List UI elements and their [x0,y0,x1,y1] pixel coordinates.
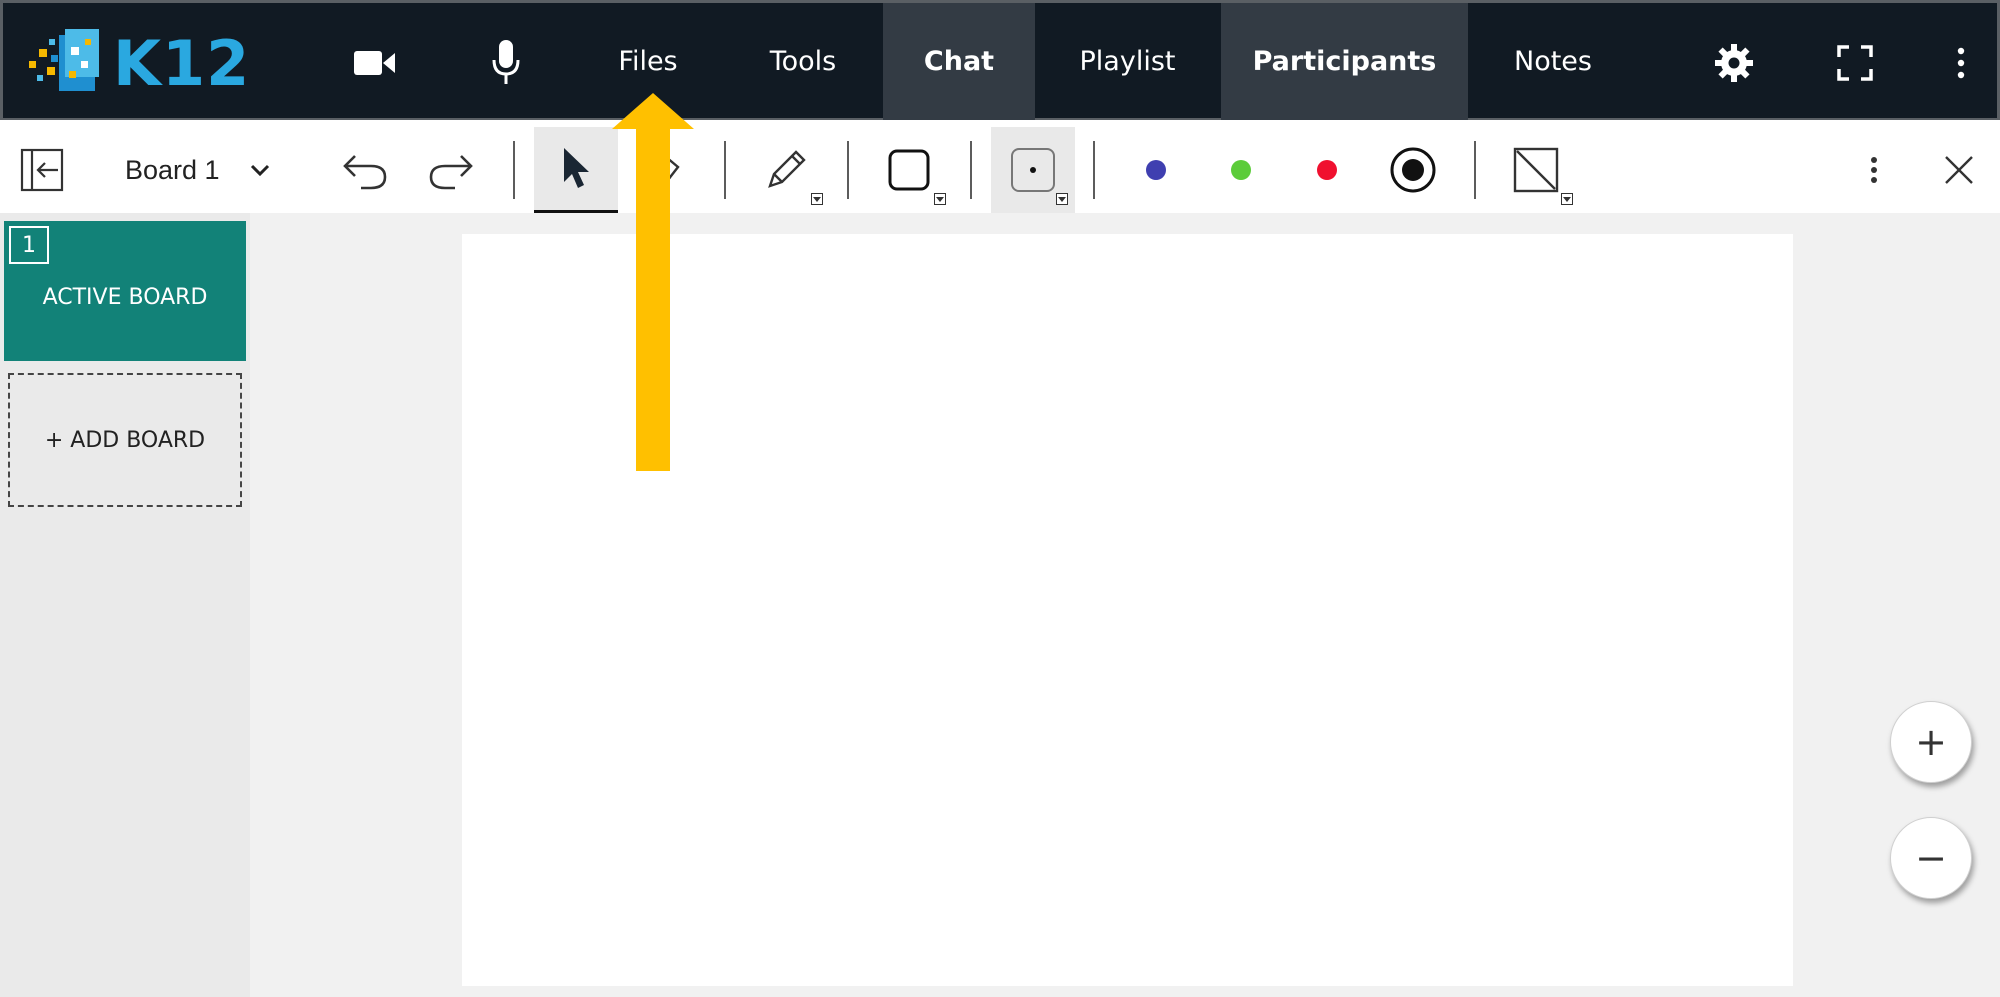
color-swatch-green[interactable] [1231,160,1251,180]
tab-playlist-label: Playlist [1079,46,1176,77]
select-pointer-icon[interactable] [534,127,618,213]
zoom-in-button[interactable]: + [1890,701,1972,783]
board-number: 1 [9,226,49,264]
redo-icon[interactable] [424,145,478,195]
tab-playlist[interactable]: Playlist [1035,3,1220,120]
rectangle-icon[interactable] [884,145,934,195]
color-swatch-red[interactable] [1317,160,1337,180]
zoom-out-button[interactable]: − [1890,817,1972,899]
more-vertical-icon[interactable] [1931,33,1991,93]
tab-notes-label: Notes [1514,46,1592,77]
board-list-panel: 1 ACTIVE BOARD + ADD BOARD [0,213,250,997]
tab-tools[interactable]: Tools [738,3,868,120]
close-icon[interactable] [1938,147,1980,193]
color-swatch-blue[interactable] [1146,160,1166,180]
board-card-active[interactable]: 1 ACTIVE BOARD [4,221,246,361]
top-navigation-bar: K12 Files Tools Chat Playlist Participan… [0,0,2000,120]
logo-text: K12 [113,27,251,100]
tab-participants[interactable]: Participants [1221,3,1468,120]
pencil-icon[interactable] [756,141,816,199]
toolbar-divider [724,141,726,199]
board-toolbar: Board 1 [0,127,2000,213]
tab-notes[interactable]: Notes [1468,3,1638,120]
board-name: Board 1 [125,154,220,185]
add-board-button[interactable]: + ADD BOARD [8,373,242,507]
toolbar-divider [847,141,849,199]
collapse-panel-icon[interactable] [18,145,66,195]
video-camera-icon[interactable] [345,33,405,93]
tab-chat-label: Chat [923,46,995,77]
board-selector[interactable]: Board 1 [125,145,270,195]
toolbar-divider [970,141,972,199]
tab-participants-label: Participants [1252,46,1437,77]
tab-files-label: Files [618,46,678,77]
color-swatch-black-selected[interactable] [1388,145,1438,195]
more-vertical-icon[interactable] [1862,147,1886,193]
zoom-in-label: + [1915,720,1947,764]
shape-options-caret-icon[interactable] [934,193,946,205]
add-board-label: + ADD BOARD [44,427,206,453]
zoom-out-label: − [1915,836,1947,880]
k12-logo: K12 [21,27,249,100]
microphone-icon[interactable] [476,33,536,93]
line-icon[interactable] [1511,145,1561,195]
board-card-label: ACTIVE BOARD [42,285,208,310]
toolbar-divider [1093,141,1095,199]
toolbar-divider [1474,141,1476,199]
size-options-caret-icon[interactable] [1056,193,1068,205]
line-options-caret-icon[interactable] [1561,193,1573,205]
toolbar-divider [513,141,515,199]
gear-icon[interactable] [1704,33,1764,93]
pencil-options-caret-icon[interactable] [811,193,823,205]
chevron-down-icon [250,164,269,176]
fullscreen-icon[interactable] [1825,33,1885,93]
tab-tools-label: Tools [769,46,837,77]
tab-chat[interactable]: Chat [883,3,1035,120]
undo-icon[interactable] [338,145,392,195]
annotation-arrow [612,93,694,471]
